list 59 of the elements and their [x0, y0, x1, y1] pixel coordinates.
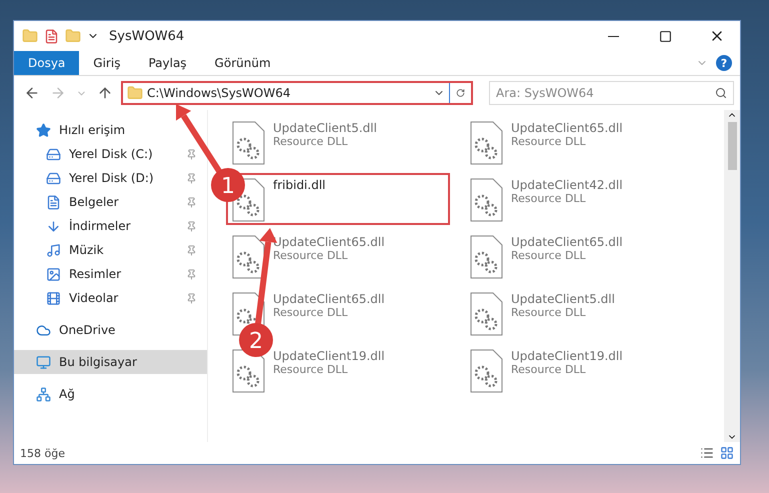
dll-file-icon	[469, 121, 503, 165]
address-bar[interactable]: C:\Windows\SysWOW64	[121, 81, 473, 105]
dll-file-icon	[231, 235, 265, 279]
sidebar-item[interactable]: İndirmeler	[14, 214, 207, 238]
ribbon-tab[interactable]: Giriş	[79, 51, 134, 75]
scrollbar[interactable]	[724, 110, 740, 442]
refresh-icon	[456, 87, 465, 99]
sidebar-item-icon	[46, 242, 61, 258]
pin-icon[interactable]	[186, 196, 197, 208]
file-item[interactable]: UpdateClient65.dll Resource DLL	[226, 230, 450, 282]
pin-icon[interactable]	[186, 172, 197, 184]
sidebar-item-icon	[36, 354, 51, 370]
file-item[interactable]: UpdateClient42.dll Resource DLL	[464, 173, 688, 225]
window-title: SysWOW64	[109, 28, 186, 44]
sidebar-item-icon	[46, 266, 61, 282]
item-count: 158 öğe	[20, 446, 66, 460]
sidebar-item-icon	[36, 322, 51, 338]
dll-file-icon	[469, 292, 503, 336]
sidebar-item-icon	[46, 194, 61, 210]
file-item[interactable]: UpdateClient65.dll Resource DLL	[464, 230, 688, 282]
file-item[interactable]: UpdateClient19.dll Resource DLL	[464, 344, 688, 396]
sidebar-item-icon	[46, 290, 61, 306]
sidebar-item[interactable]: OneDrive	[14, 318, 207, 342]
sidebar-item-icon	[36, 122, 51, 138]
details-view-icon[interactable]	[700, 446, 714, 460]
scroll-thumb[interactable]	[728, 122, 736, 170]
ribbon-tab[interactable]: Görünüm	[200, 51, 285, 75]
dll-file-icon	[231, 349, 265, 393]
maximize-icon	[658, 30, 672, 42]
sidebar-item[interactable]: Müzik	[14, 238, 207, 262]
sidebar-item-icon	[36, 386, 51, 402]
search-icon	[715, 87, 727, 99]
file-item[interactable]: UpdateClient65.dll Resource DLL	[464, 116, 688, 168]
sidebar-item[interactable]: Ağ	[14, 382, 207, 406]
pin-icon[interactable]	[186, 268, 197, 280]
large-icons-view-icon[interactable]	[720, 446, 734, 460]
help-button[interactable]: ?	[716, 55, 732, 71]
pin-icon[interactable]	[186, 292, 197, 304]
search-field[interactable]: Ara: SysWOW64	[489, 81, 734, 105]
file-item[interactable]: UpdateClient5.dll Resource DLL	[464, 287, 688, 339]
pin-icon[interactable]	[186, 244, 197, 256]
pin-icon[interactable]	[186, 220, 197, 232]
pin-icon[interactable]	[186, 148, 197, 160]
sidebar-item[interactable]: Bu bilgisayar	[14, 350, 207, 374]
sidebar-item[interactable]: Videolar	[14, 286, 207, 310]
ribbon-tab[interactable]: Paylaş	[134, 51, 201, 75]
new-folder-icon[interactable]	[65, 28, 81, 44]
sidebar-item-icon	[46, 170, 61, 186]
sidebar-item-icon	[46, 218, 61, 234]
folder-icon	[127, 85, 143, 101]
dll-file-icon	[231, 121, 265, 165]
dll-file-icon	[469, 349, 503, 393]
dll-file-icon	[469, 178, 503, 222]
sidebar-item-icon	[46, 146, 61, 162]
sidebar-item[interactable]: Resimler	[14, 262, 207, 286]
properties-icon[interactable]	[44, 28, 59, 44]
ribbon-tab[interactable]: Dosya	[14, 51, 80, 75]
folder-icon[interactable]	[22, 28, 38, 44]
dll-file-icon	[469, 235, 503, 279]
